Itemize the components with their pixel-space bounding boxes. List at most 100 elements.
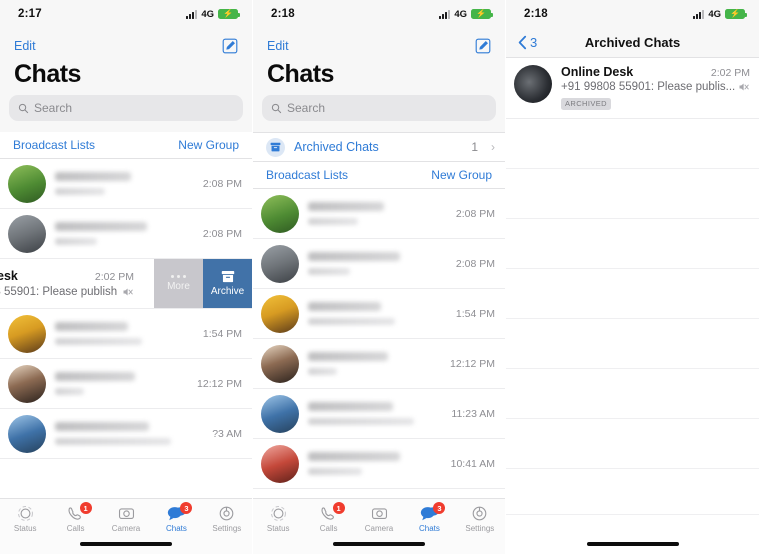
chevron-right-icon: ›: [491, 140, 495, 154]
nav-top: Edit: [0, 28, 252, 58]
home-indicator: [333, 542, 425, 546]
battery-charging-icon: ⚡: [725, 9, 747, 19]
tab-calls[interactable]: 1 Calls: [50, 502, 100, 533]
chat-preview-redacted: [308, 218, 359, 225]
home-indicator: [586, 542, 679, 546]
row-timestamp: 11:23 AM: [451, 407, 495, 420]
table-row[interactable]: 2:08 PM: [253, 189, 505, 239]
swiped-chat-row[interactable]: Desk 2:02 PM 08 55901: Please publish Mo…: [0, 259, 252, 309]
table-row[interactable]: ?3 AM: [0, 409, 252, 459]
edit-button[interactable]: Edit: [14, 39, 36, 53]
archive-box-icon: [221, 271, 234, 283]
tab-label: Calls: [66, 524, 85, 533]
tab-calls[interactable]: 1 Calls: [303, 502, 353, 533]
chat-name-redacted: [308, 302, 381, 311]
table-row[interactable]: 2:08 PM: [0, 209, 252, 259]
search-placeholder: Search: [34, 101, 73, 115]
back-button[interactable]: 3: [518, 35, 537, 50]
tab-camera[interactable]: Camera: [101, 505, 151, 533]
swipe-more-button[interactable]: More: [154, 259, 203, 308]
row-timestamp: 10:41 AM: [450, 457, 495, 470]
home-indicator: [80, 542, 172, 546]
status-indicators: 4G ⚡: [693, 9, 747, 20]
tab-label: Camera: [111, 524, 141, 533]
table-row[interactable]: 10:41 AM: [253, 439, 505, 489]
chat-name: Online Desk: [561, 65, 634, 79]
compose-icon[interactable]: [222, 38, 238, 54]
row-text: [299, 352, 450, 375]
archived-chat-row[interactable]: Online Desk 2:02 PM +91 99808 55901: Ple…: [506, 58, 759, 119]
edit-button[interactable]: Edit: [267, 39, 289, 53]
nav-bar: 3 Archived Chats: [506, 28, 759, 58]
back-count: 3: [530, 35, 538, 50]
signal-bars-icon: [186, 9, 198, 19]
tab-label: Chats: [418, 524, 440, 533]
broadcast-lists-button[interactable]: Broadcast Lists: [266, 168, 348, 182]
row-text: [46, 372, 197, 395]
list-item: [506, 269, 759, 319]
camera-icon: [118, 508, 134, 519]
table-row[interactable]: 2:08 PM: [0, 159, 252, 209]
avatar: [261, 344, 299, 383]
row-timestamp: 12:12 PM: [450, 357, 495, 370]
bottom-area: [506, 514, 759, 554]
signal-bars-icon: [439, 9, 451, 19]
compose-icon[interactable]: [475, 38, 491, 54]
swiped-row-content[interactable]: Desk 2:02 PM 08 55901: Please publish: [0, 259, 154, 308]
row-timestamp: 1:54 PM: [455, 307, 495, 320]
page-title: Chats: [0, 58, 252, 95]
badge-calls: 1: [332, 502, 345, 514]
tab-status[interactable]: Status: [253, 505, 303, 533]
tab-label: Settings: [212, 524, 242, 533]
avatar: [8, 414, 46, 453]
chat-preview-redacted: [55, 238, 97, 245]
chat-preview-redacted: [55, 338, 142, 345]
row-timestamp: 2:08 PM: [202, 227, 242, 240]
table-row[interactable]: 11:23 AM: [253, 389, 505, 439]
tab-label: Settings: [465, 524, 495, 533]
network-label: 4G: [454, 8, 467, 20]
chat-preview-redacted: [55, 388, 85, 395]
new-group-button[interactable]: New Group: [431, 168, 492, 182]
camera-icon: [371, 508, 387, 519]
list-item: [506, 219, 759, 269]
chat-preview-redacted: [308, 468, 362, 475]
tab-camera[interactable]: Camera: [354, 505, 404, 533]
tab-chats[interactable]: 3 Chats: [404, 502, 454, 533]
chat-name-redacted: [308, 202, 384, 211]
tab-settings[interactable]: Settings: [455, 505, 505, 533]
row-text: [46, 322, 203, 345]
battery-charging-icon: ⚡: [471, 9, 493, 19]
archived-chats-label: Archived Chats: [294, 140, 379, 154]
table-row[interactable]: 12:12 PM: [0, 359, 252, 409]
tab-bar: Status 1 Calls Camera 3 Chats Settings: [253, 498, 505, 554]
status-bar: 2:18 4G ⚡: [253, 0, 505, 28]
mute-icon: [739, 83, 749, 91]
chat-preview-redacted: [55, 438, 172, 445]
avatar: [261, 444, 299, 483]
chat-preview: +91 99808 55901: Please publis...: [561, 81, 736, 93]
tab-chats[interactable]: 3 Chats: [151, 502, 201, 533]
row-text: Online Desk 2:02 PM +91 99808 55901: Ple…: [552, 65, 759, 111]
avatar: [8, 364, 46, 403]
table-row[interactable]: 12:12 PM: [253, 339, 505, 389]
more-dots-icon: [171, 275, 186, 278]
tab-status[interactable]: Status: [0, 505, 50, 533]
chat-name-redacted: [55, 372, 136, 381]
new-group-button[interactable]: New Group: [178, 138, 239, 152]
swipe-archive-button[interactable]: Archive: [203, 259, 252, 308]
table-row[interactable]: 2:08 PM: [253, 239, 505, 289]
badge-chats: 3: [433, 502, 446, 514]
status-indicators: 4G ⚡: [439, 8, 493, 20]
tab-bar: Status 1 Calls Camera 3 Chats Settings: [0, 498, 252, 554]
table-row[interactable]: 1:54 PM: [0, 309, 252, 359]
table-row[interactable]: 1:54 PM: [253, 289, 505, 339]
search-input[interactable]: Search: [262, 95, 496, 121]
tab-settings[interactable]: Settings: [202, 505, 252, 533]
row-text: [299, 452, 451, 475]
avatar: [8, 164, 46, 203]
row-text: [46, 222, 203, 245]
search-input[interactable]: Search: [9, 95, 243, 121]
archived-chats-row[interactable]: Archived Chats 1 ›: [253, 132, 505, 162]
broadcast-lists-button[interactable]: Broadcast Lists: [13, 138, 95, 152]
